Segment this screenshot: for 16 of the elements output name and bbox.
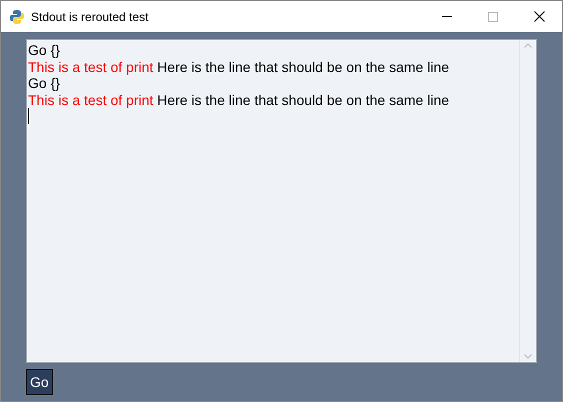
python-logo-icon xyxy=(9,8,25,24)
scroll-down-icon[interactable] xyxy=(524,354,532,359)
scroll-up-icon[interactable] xyxy=(524,43,532,48)
minimize-icon xyxy=(442,16,452,17)
maximize-icon xyxy=(488,12,498,22)
output-text: This is a test of print xyxy=(28,58,154,74)
output-text: Here is the line that should be on the same line xyxy=(157,92,450,108)
output-text: Go {} xyxy=(28,75,60,91)
output-text-area[interactable]: Go {} This is a test of print Here is the line that should be on the same line Go {} This is a test of print Here is the line that should be on the same line xyxy=(26,39,537,363)
go-button[interactable]: Go xyxy=(26,369,53,395)
output-text: This is a test of print xyxy=(28,92,154,108)
output-text: Here is the line that should be on the same line xyxy=(157,58,450,74)
window-title: Stdout is rerouted test xyxy=(31,8,148,26)
close-icon xyxy=(534,11,544,22)
output-text: Go {} xyxy=(28,42,60,58)
text-cursor xyxy=(28,108,29,124)
